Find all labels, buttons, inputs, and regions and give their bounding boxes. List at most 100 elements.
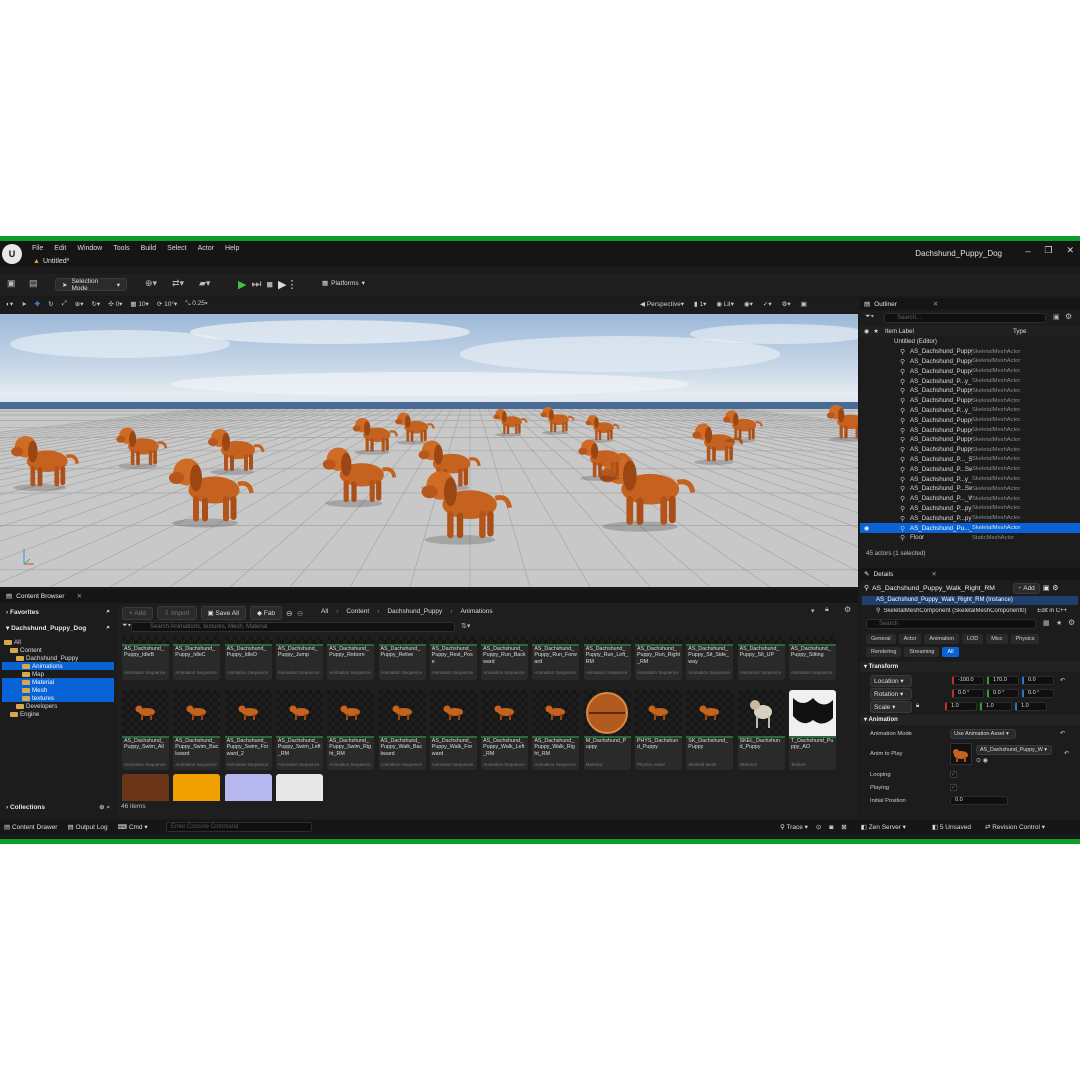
asset-tile[interactable]: AS_Dachshund_Puppy_Walk_Right_RM Animatio… — [532, 690, 580, 770]
close-tab-icon[interactable]: ✕ — [77, 592, 82, 600]
menu-item[interactable]: Edit — [54, 245, 66, 252]
outliner-row[interactable]: ⚲ AS_Dachshund_Puppy_Sit_UPSkeletalMeshAc… — [860, 435, 1080, 445]
asset-tile[interactable]: AS_Dachshund_Puppy_Walk_Backward Animatio… — [378, 690, 426, 770]
stop-icon[interactable]: ■ — [266, 279, 273, 291]
asset-tile[interactable]: AS_Dachshund_Puppy_IdleB Animation Sequen… — [122, 636, 169, 680]
menu-item[interactable]: Help — [225, 245, 239, 252]
realtime-icon[interactable]: ✓▾ — [763, 300, 772, 308]
looping-checkbox[interactable]: ✓ — [950, 771, 957, 778]
output-log-button[interactable]: ▤ Output Log — [67, 823, 107, 831]
asset-tile[interactable]: AS_Dachshund_Puppy_Swim_All Animation Seq… — [122, 690, 169, 770]
menu-item[interactable]: Actor — [198, 245, 214, 252]
animation-section[interactable]: ▾ Animation — [860, 715, 1080, 725]
lit-dropdown[interactable]: ◉ Lit▾ — [716, 300, 734, 308]
content-drawer-button[interactable]: ▤ Content Drawer — [4, 823, 57, 831]
reset-icon[interactable]: ↶ — [1060, 678, 1065, 684]
search-icon[interactable]: ⌕ — [106, 608, 110, 616]
asset-tile[interactable]: AS_Dachshund_Puppy_Sitting Animation Sequ… — [788, 636, 836, 680]
folder-tree-item[interactable]: Animations — [2, 662, 114, 670]
save-icon[interactable]: ▣ — [7, 278, 16, 289]
category-filter-button[interactable]: Actor — [898, 634, 922, 644]
texture-asset-tile[interactable] — [122, 774, 169, 801]
outliner-row[interactable]: ⚲ AS_Dachshund_Puppy_ReliveSkeletalMeshAc… — [860, 357, 1080, 367]
outliner-row[interactable]: ⚲ AS_Dachshund_Puppy_Swim_AllSkeletalMesh… — [860, 445, 1080, 455]
favorite-star-icon[interactable]: ★ — [1056, 619, 1062, 627]
grid-view-icon[interactable]: ▦ — [1043, 619, 1050, 627]
maximize-button[interactable]: ❐ — [1044, 245, 1052, 256]
folder-tree-item[interactable]: textures — [2, 694, 114, 702]
details-search-input[interactable]: Search — [866, 619, 1036, 629]
scale-y-field[interactable]: 1.0 — [980, 702, 1013, 711]
puppy-actor[interactable] — [116, 427, 168, 469]
outliner-row[interactable]: ⚲ AS_Dachshund_P...Swim_Forward_2Skeletal… — [860, 464, 1080, 474]
unsaved-button[interactable]: ◧ 5 Unsaved — [932, 823, 971, 831]
texture-asset-tile[interactable] — [173, 774, 221, 801]
rotate-icon[interactable]: ↻ — [48, 300, 53, 308]
instance-row[interactable]: AS_Dachshund_Puppy_Walk_Right_RM (Instan… — [862, 596, 1078, 605]
derived-data-icon[interactable]: ⊠ — [841, 823, 846, 831]
anim-thumbnail[interactable] — [950, 743, 972, 765]
asset-tile[interactable]: AS_Dachshund_Puppy_Swim_Forward_2 Animati… — [224, 690, 272, 770]
grid-snap[interactable]: ▦ 10▾ — [130, 300, 148, 308]
cinematics-icon[interactable]: ▰▾ — [199, 278, 210, 289]
asset-tile[interactable]: AS_Dachshund_Puppy_Run_Forward Animation … — [532, 636, 580, 680]
asset-tile[interactable]: T_Dachshund_Puppy_AO Texture — [788, 690, 836, 770]
reset-icon[interactable]: ↶ — [1060, 731, 1065, 737]
browse-icon[interactable]: ▤ — [29, 278, 38, 289]
rotation-dropdown[interactable]: Rotation ▾ — [870, 687, 912, 700]
step-icon[interactable]: ⏭ — [251, 278, 261, 291]
details-tab[interactable]: ✎ Details ✕ — [860, 568, 1080, 580]
location-z-field[interactable]: 0.0 — [1022, 676, 1054, 685]
texture-asset-tile[interactable] — [224, 774, 272, 801]
cmd-dropdown[interactable]: ⌨ Cmd ▾ — [118, 823, 148, 831]
asset-tile[interactable]: AS_Dachshund_Puppy_Sit_UP Animation Seque… — [737, 636, 785, 680]
asset-tile[interactable]: AS_Dachshund_Puppy_Reborn Animation Seque… — [327, 636, 375, 680]
category-filter-button[interactable]: General — [866, 634, 896, 644]
add-folder-icon[interactable]: ▣ — [1053, 313, 1060, 321]
close-tab-icon[interactable]: ✕ — [931, 570, 936, 578]
puppy-actor[interactable] — [208, 429, 265, 475]
asset-tile[interactable]: AS_Dachshund_Puppy_Rest_Pose Animation Se… — [429, 636, 477, 680]
scale-dropdown[interactable]: Scale ▾ — [870, 700, 912, 713]
outliner-row[interactable]: ⚲ AS_Dachshund_P...Swim_Right_RMSkeletalM… — [860, 484, 1080, 494]
search-icon[interactable]: ⌕ — [106, 804, 110, 811]
revision-control-button[interactable]: ⇄ Revision Control ▾ — [985, 823, 1045, 831]
menu-item[interactable]: File — [32, 245, 43, 252]
asset-tile[interactable]: AS_Dachshund_Puppy_Run_Right_RM Animation… — [635, 636, 682, 680]
category-filter-button[interactable]: Rendering — [866, 647, 902, 657]
category-filter-button[interactable]: Misc — [986, 634, 1008, 644]
location-dropdown[interactable]: Location ▾ — [870, 674, 912, 687]
layout-dropdown[interactable]: ▮ 1▾ — [694, 300, 706, 308]
puppy-actor[interactable] — [540, 407, 575, 435]
add-component-button[interactable]: + Add — [1012, 582, 1040, 594]
outliner-row[interactable]: ⚲ Floor StaticMeshActor — [860, 533, 1080, 543]
asset-tile[interactable]: SKEL_Dachshund_Puppy Skeleton — [737, 690, 785, 770]
folder-tree-item[interactable]: Developers — [2, 702, 114, 710]
outliner-row[interactable]: ⚲ AS_Dachshund_Puppy_Run_Left_RMSkeletalM… — [860, 396, 1080, 406]
outliner-row[interactable]: ⚲ AS_Dachshund_P...y_Run_BackwardSkeletal… — [860, 376, 1080, 386]
level-tab[interactable]: ▲ Untitled* — [33, 258, 69, 265]
settings-icon[interactable]: ⚙ — [1065, 312, 1072, 321]
console-input[interactable]: Enter Console Command — [166, 822, 312, 832]
outliner-root[interactable]: Untitled (Editor) — [860, 337, 1080, 347]
puppy-actor[interactable] — [11, 436, 79, 492]
trace-dropdown[interactable]: ⚲ Trace ▾ — [780, 823, 808, 831]
scale-snap[interactable]: ⤡ 0.25▾ — [185, 300, 207, 308]
puppy-actor[interactable] — [585, 415, 620, 443]
perspective-dropdown[interactable]: ◀ Perspective▾ — [640, 300, 684, 308]
unreal-logo-icon[interactable]: U — [2, 244, 22, 264]
outliner-row[interactable]: ⚲ AS_Dachshund_P..._Swim_BackwardSkeletal… — [860, 455, 1080, 465]
zen-server-button[interactable]: ◧ Zen Server ▾ — [861, 823, 906, 831]
blueprint-icon[interactable]: ▣ — [1043, 584, 1049, 592]
folder-tree-item[interactable]: Dachshund_Puppy — [2, 654, 114, 662]
surface-snap[interactable]: ✣ 0▾ — [108, 300, 122, 308]
category-filter-button[interactable]: Physics — [1010, 634, 1040, 644]
selection-mode-dropdown[interactable]: ➤ Selection Mode ▾ — [55, 278, 127, 292]
add-collection-icon[interactable]: ⊕ — [99, 804, 104, 811]
folder-tree-item[interactable]: Material — [2, 678, 114, 686]
outliner-search-input[interactable]: Search... — [884, 313, 1046, 323]
select-tool-icon[interactable]: ➤ — [21, 300, 26, 308]
outliner-row[interactable]: ⚲ AS_Dachshund_Puppy_Sit_Side_waySkeletal… — [860, 415, 1080, 425]
asset-tile[interactable]: AS_Dachshund_Puppy_Walk_Forward Animation… — [429, 690, 477, 770]
column-item-label[interactable]: Item Label — [885, 328, 1013, 335]
